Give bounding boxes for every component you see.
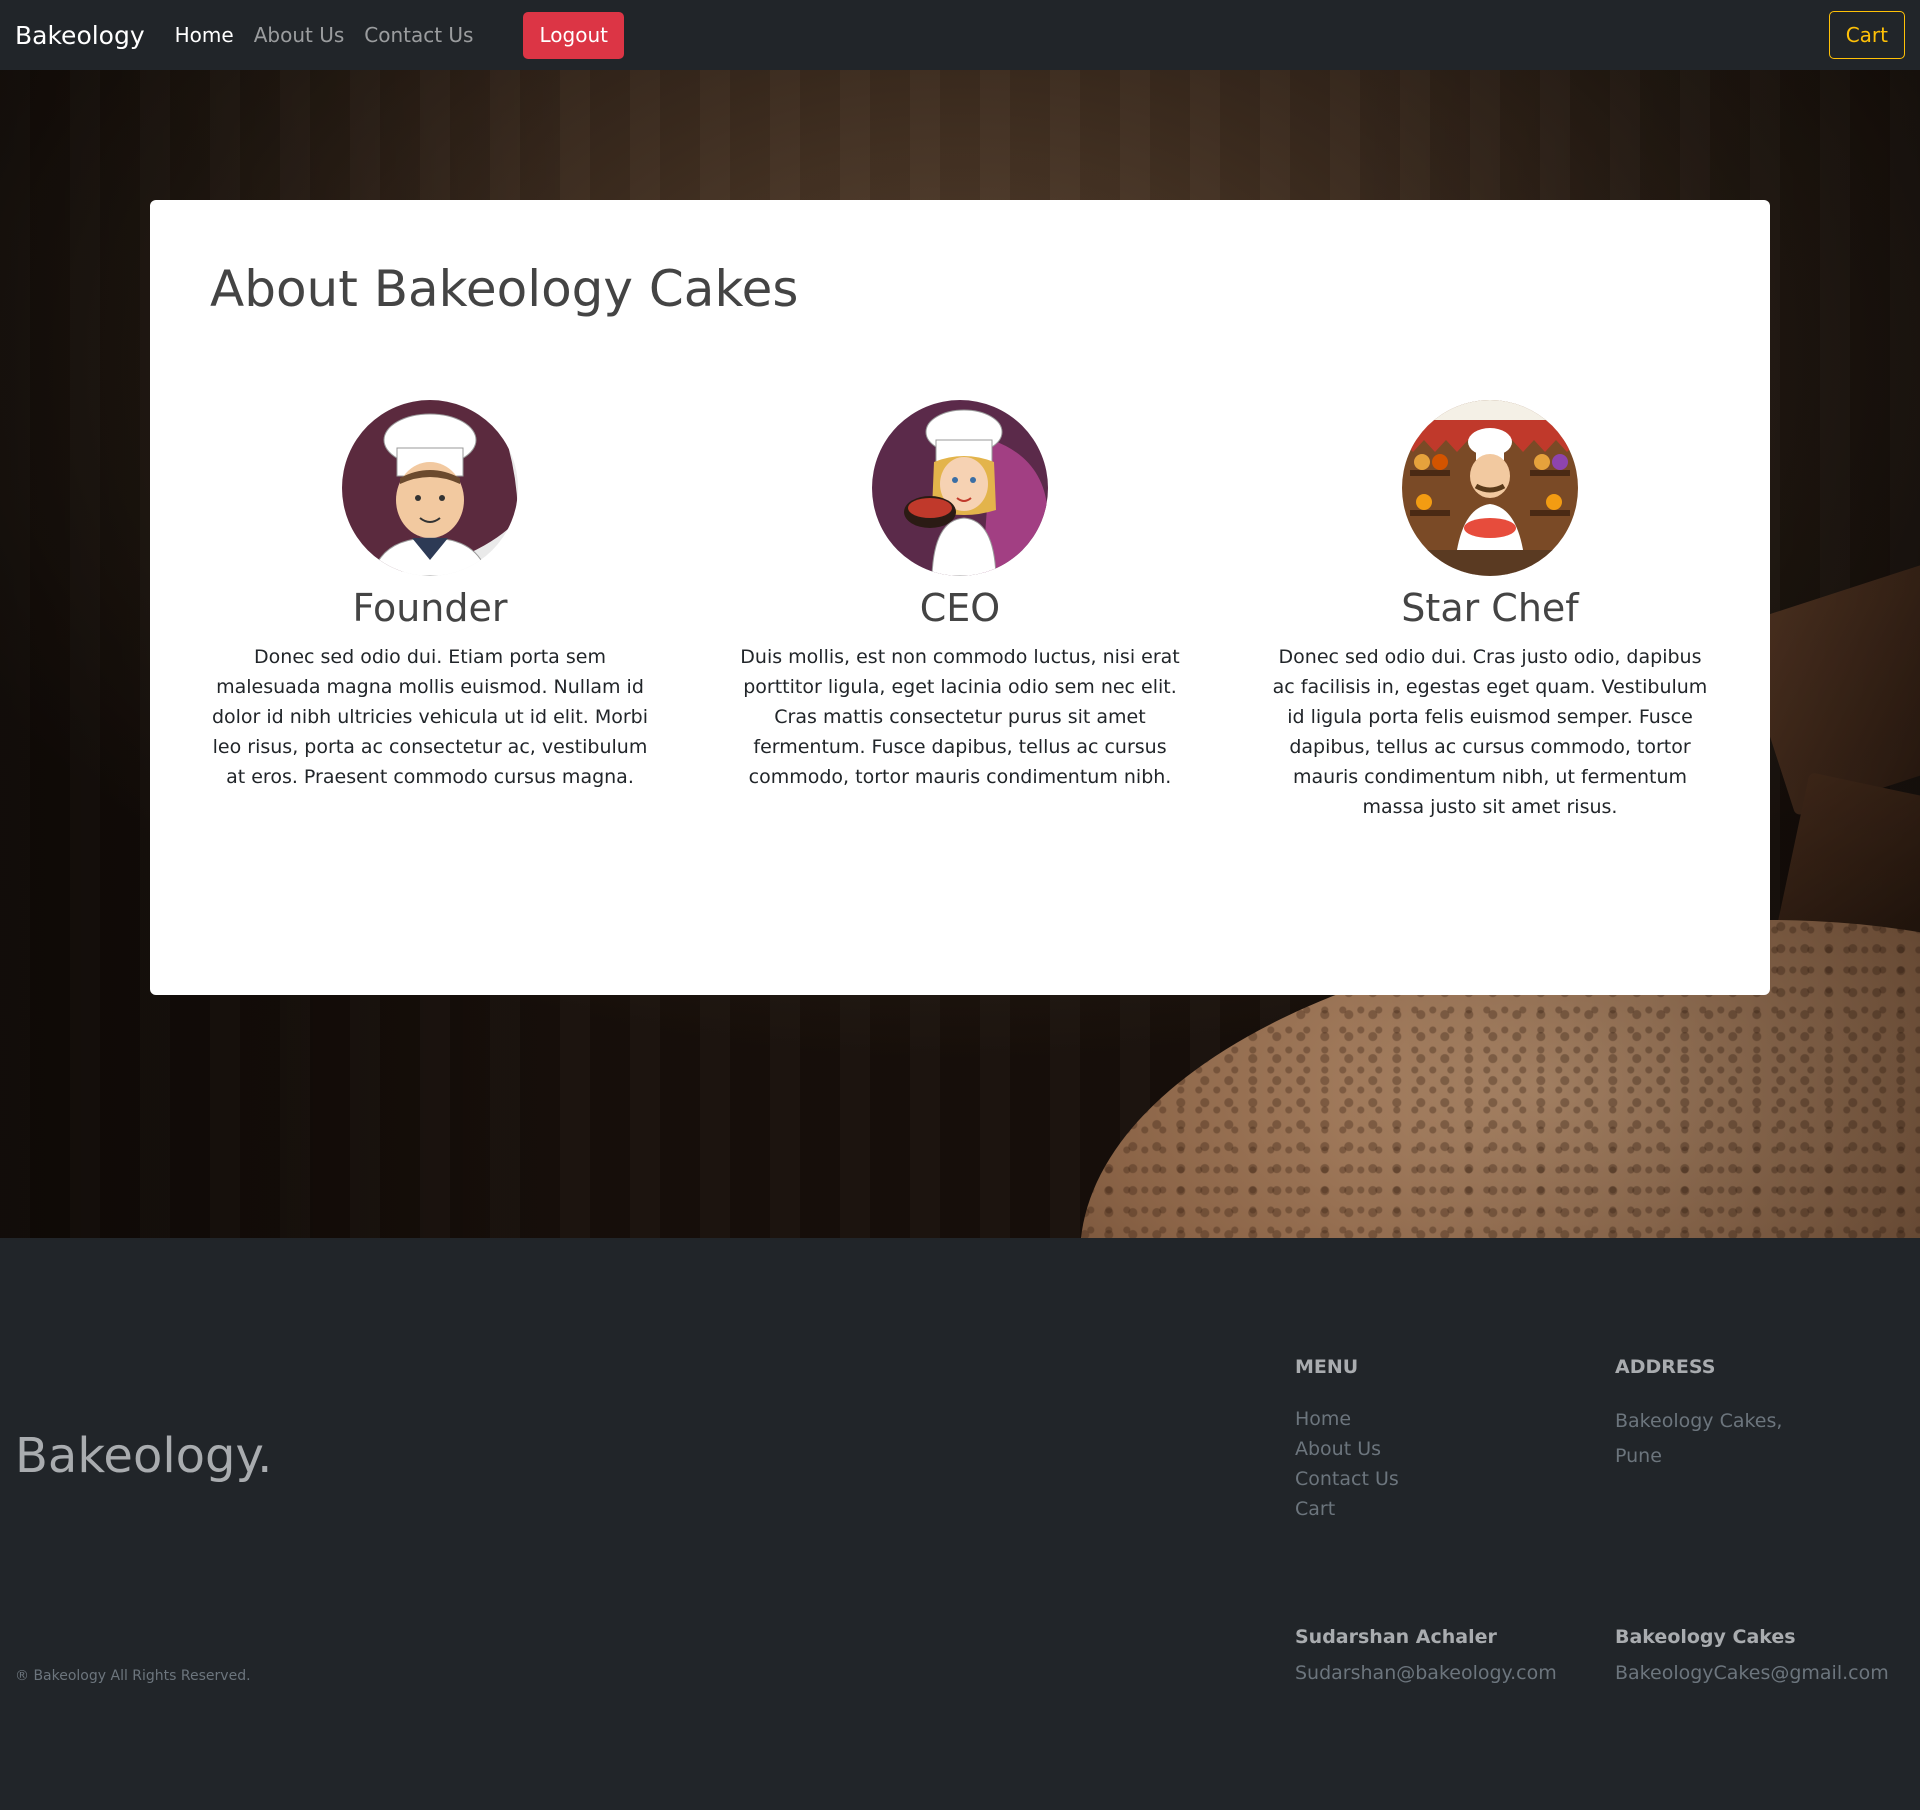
member-description: Donec sed odio dui. Cras justo odio, dap…	[1272, 646, 1708, 818]
footer-link-cart[interactable]: Cart	[1295, 1494, 1399, 1524]
footer-link-contact-us[interactable]: Contact Us	[1295, 1464, 1399, 1494]
logout-button[interactable]: Logout	[523, 11, 624, 59]
team-member-star-chef: Star Chef Donec sed odio dui. Cras justo…	[1270, 400, 1710, 822]
footer-menu: MENU Home About Us Contact Us Cart	[1295, 1356, 1399, 1524]
footer-menu-heading: MENU	[1295, 1356, 1359, 1378]
member-role: Founder	[352, 586, 508, 630]
navbar-brand[interactable]: Bakeology	[15, 21, 145, 50]
contact-email-link[interactable]: Sudarshan@bakeology.com	[1295, 1658, 1557, 1688]
chef-woman-icon	[872, 400, 1048, 576]
address-line: Pune	[1615, 1445, 1662, 1467]
member-description: Duis mollis, est non commodo luctus, nis…	[740, 646, 1180, 788]
member-role: Star Chef	[1401, 586, 1579, 630]
address-line: Bakeology Cakes,	[1615, 1410, 1783, 1432]
nav-link-contact-us[interactable]: Contact Us	[364, 23, 473, 47]
footer-link-about-us[interactable]: About Us	[1295, 1434, 1399, 1464]
about-card: About Bakeology Cakes Founder Donec sed …	[150, 200, 1770, 995]
team-list: Founder Donec sed odio dui. Etiam porta …	[210, 400, 1710, 822]
nav-link-home[interactable]: Home	[175, 23, 234, 47]
team-member-ceo: CEO Duis mollis, est non commodo luctus,…	[740, 400, 1180, 822]
footer-brand: Bakeology.	[15, 1428, 273, 1484]
nav-link-about-us[interactable]: About Us	[254, 23, 345, 47]
footer: Bakeology. ® Bakeology All Rights Reserv…	[0, 1238, 1920, 1810]
footer-contact-sudarshan: Sudarshan Achaler Sudarshan@bakeology.co…	[1295, 1626, 1557, 1688]
footer-link-home[interactable]: Home	[1295, 1404, 1399, 1434]
member-description: Donec sed odio dui. Etiam porta sem male…	[211, 646, 649, 788]
team-member-founder: Founder Donec sed odio dui. Etiam porta …	[210, 400, 650, 822]
copyright-text: ® Bakeology All Rights Reserved.	[15, 1668, 251, 1684]
about-title: About Bakeology Cakes	[210, 260, 799, 318]
contact-email-link[interactable]: BakeologyCakes@gmail.com	[1615, 1658, 1889, 1688]
chef-man-icon	[342, 400, 518, 576]
baker-shop-icon	[1402, 400, 1578, 576]
cart-button[interactable]: Cart	[1828, 11, 1905, 59]
hero-background: About Bakeology Cakes Founder Donec sed …	[0, 70, 1920, 1238]
contact-name: Bakeology Cakes	[1615, 1626, 1796, 1648]
footer-address: ADDRESS Bakeology Cakes, Pune	[1615, 1356, 1782, 1474]
member-role: CEO	[919, 586, 1001, 630]
navbar: Bakeology Home About Us Contact Us Logou…	[0, 0, 1920, 70]
contact-name: Sudarshan Achaler	[1295, 1626, 1497, 1648]
footer-contact-bakeology: Bakeology Cakes BakeologyCakes@gmail.com	[1615, 1626, 1889, 1688]
footer-address-heading: ADDRESS	[1615, 1356, 1716, 1378]
